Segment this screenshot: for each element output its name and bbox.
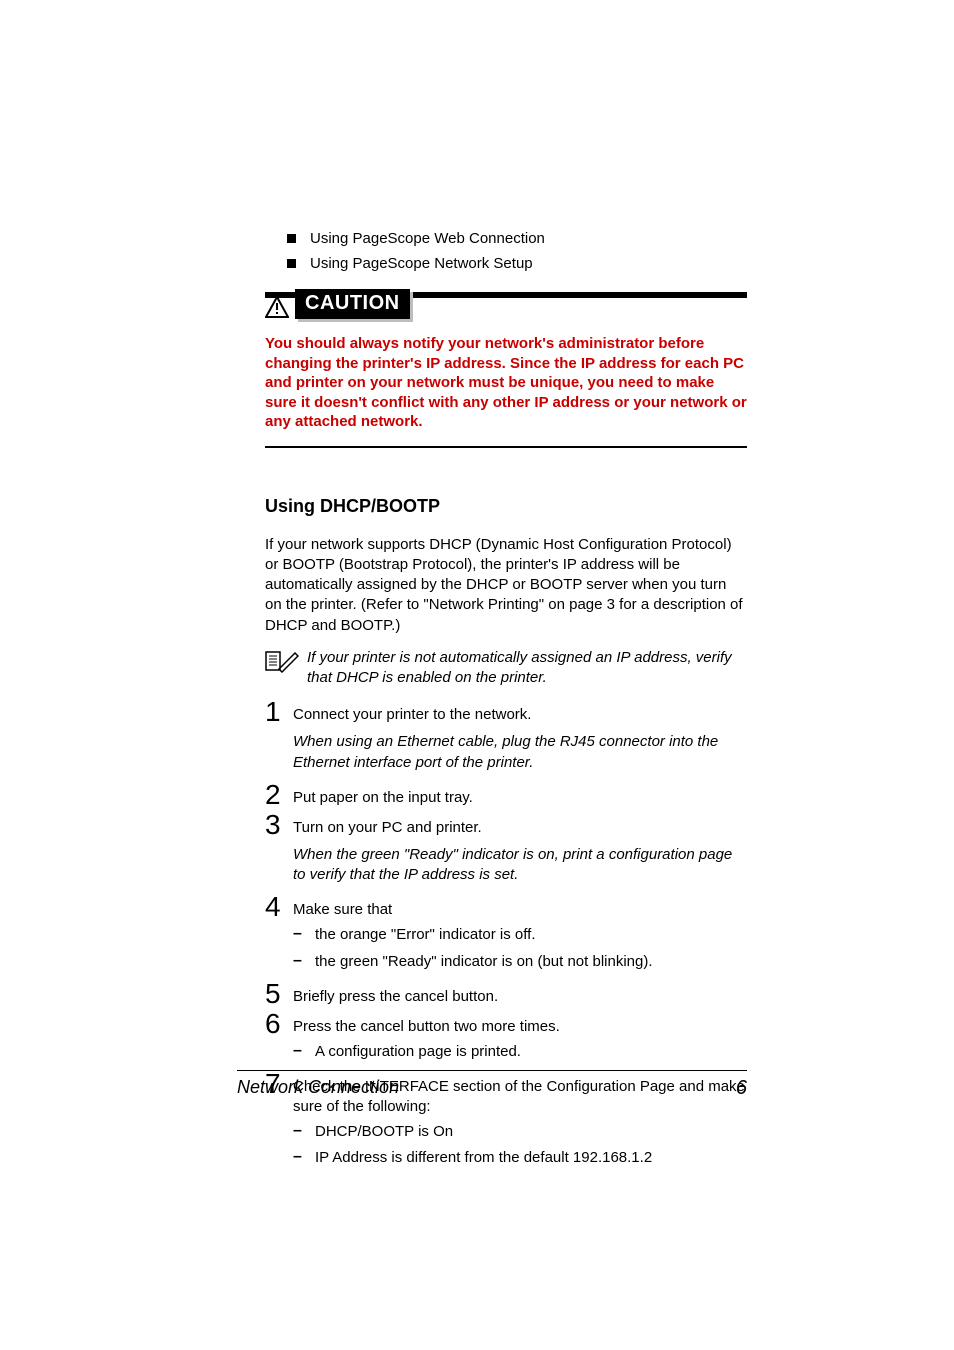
document-page: Using PageScope Web Connection Using Pag…	[0, 0, 954, 1350]
footer-row: Network Connection 6	[237, 1077, 747, 1100]
step-text: Connect your printer to the network.	[293, 698, 531, 725]
dash-list: – the orange "Error" indicator is off. –…	[293, 925, 747, 972]
dash-text: the orange "Error" indicator is off.	[315, 925, 535, 945]
step-text: Put paper on the input tray.	[293, 781, 473, 808]
square-bullet-icon	[287, 234, 296, 243]
dash-text: DHCP/BOOTP is On	[315, 1122, 453, 1142]
dash-text: A configuration page is printed.	[315, 1042, 521, 1062]
top-bullet-list: Using PageScope Web Connection Using Pag…	[287, 230, 747, 272]
list-item: Using PageScope Network Setup	[287, 255, 747, 272]
step-3: 3 Turn on your PC and printer.	[265, 811, 747, 839]
footer-title: Network Connection	[237, 1077, 399, 1100]
dash-icon: –	[293, 1122, 315, 1140]
footer-rule	[237, 1070, 747, 1071]
caution-text: You should always notify your network's …	[265, 334, 747, 432]
step-number: 5	[265, 980, 289, 1008]
note-pencil-icon	[265, 649, 299, 673]
step-text: Turn on your PC and printer.	[293, 811, 482, 838]
intro-paragraph: If your network supports DHCP (Dynamic H…	[265, 535, 747, 636]
caution-header: CAUTION	[265, 292, 747, 320]
dash-item: – A configuration page is printed.	[293, 1042, 747, 1062]
caution-bottom-rule	[265, 446, 747, 448]
dash-icon: –	[293, 925, 315, 943]
section-heading: Using DHCP/BOOTP	[265, 496, 747, 517]
dash-item: – the orange "Error" indicator is off.	[293, 925, 747, 945]
caution-block: CAUTION You should always notify your ne…	[265, 292, 747, 448]
page-footer: Network Connection 6	[237, 1070, 747, 1100]
step-2: 2 Put paper on the input tray.	[265, 781, 747, 809]
step-number: 4	[265, 893, 289, 921]
dash-icon: –	[293, 1042, 315, 1060]
dash-list: – A configuration page is printed.	[293, 1042, 747, 1062]
step-text: Press the cancel button two more times.	[293, 1010, 560, 1037]
step-5: 5 Briefly press the cancel button.	[265, 980, 747, 1008]
warning-triangle-icon	[265, 296, 289, 318]
dash-item: – the green "Ready" indicator is on (but…	[293, 952, 747, 972]
step-text: Briefly press the cancel button.	[293, 980, 498, 1007]
dash-item: – IP Address is different from the defau…	[293, 1148, 747, 1168]
step-number: 2	[265, 781, 289, 809]
dash-icon: –	[293, 952, 315, 970]
square-bullet-icon	[287, 259, 296, 268]
dash-icon: –	[293, 1148, 315, 1166]
step-6: 6 Press the cancel button two more times…	[265, 1010, 747, 1038]
bullet-text: Using PageScope Network Setup	[310, 255, 533, 272]
dash-list: – DHCP/BOOTP is On – IP Address is diffe…	[293, 1122, 747, 1169]
footer-page-number: 6	[736, 1077, 747, 1100]
dash-item: – DHCP/BOOTP is On	[293, 1122, 747, 1142]
caution-badge: CAUTION	[295, 289, 410, 319]
list-item: Using PageScope Web Connection	[287, 230, 747, 247]
note-row: If your printer is not automatically ass…	[265, 648, 747, 689]
step-sub-note: When using an Ethernet cable, plug the R…	[293, 732, 747, 773]
note-text: If your printer is not automatically ass…	[307, 648, 747, 689]
step-sub-note: When the green "Ready" indicator is on, …	[293, 845, 747, 886]
dash-text: IP Address is different from the default…	[315, 1148, 652, 1168]
bullet-text: Using PageScope Web Connection	[310, 230, 545, 247]
step-1: 1 Connect your printer to the network.	[265, 698, 747, 726]
step-number: 1	[265, 698, 289, 726]
step-number: 6	[265, 1010, 289, 1038]
dash-text: the green "Ready" indicator is on (but n…	[315, 952, 653, 972]
step-text: Make sure that	[293, 893, 392, 920]
step-number: 3	[265, 811, 289, 839]
step-4: 4 Make sure that	[265, 893, 747, 921]
